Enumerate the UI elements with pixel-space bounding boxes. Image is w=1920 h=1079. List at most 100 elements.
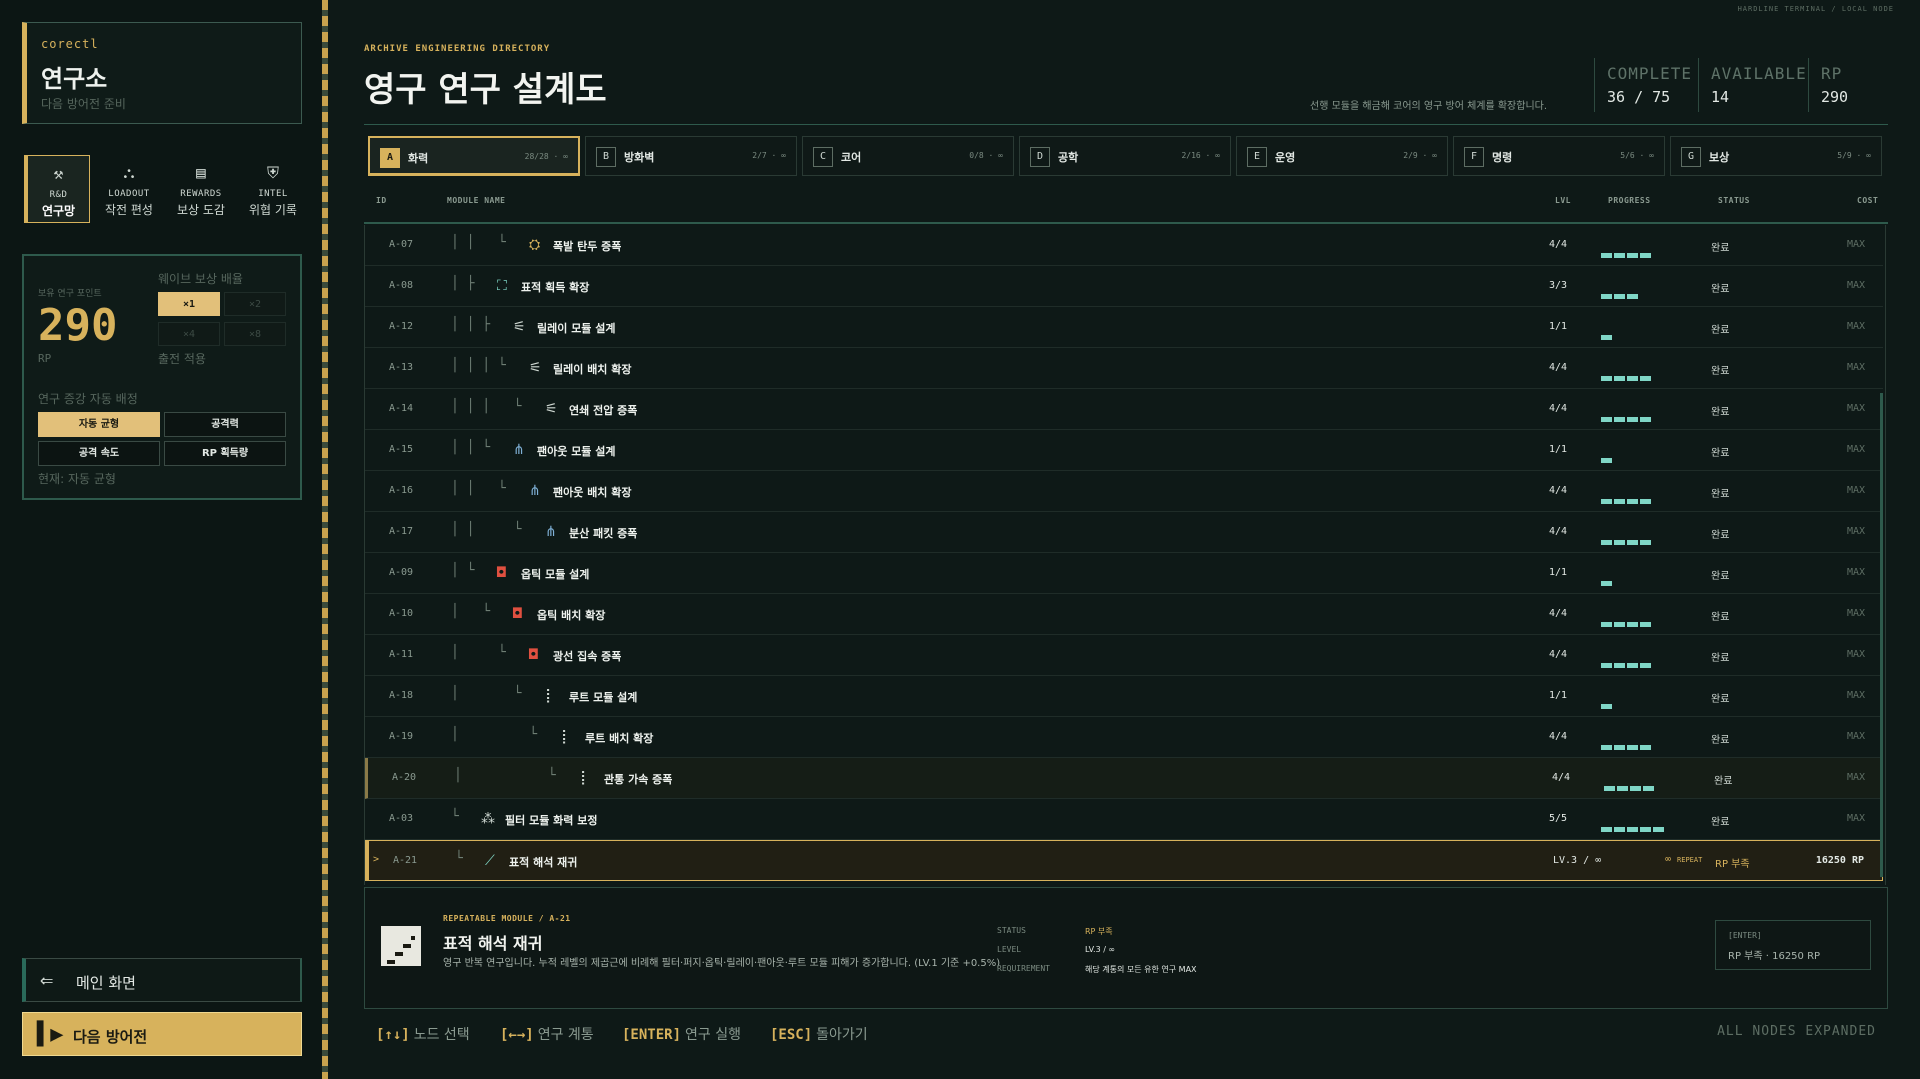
progress-segment	[1643, 786, 1654, 791]
module-status: 완료	[1711, 284, 1730, 295]
progress-segment	[1630, 786, 1641, 791]
table-row[interactable]: A-14 │ │ │ └ ⚟ 연쇄 전압 증폭 4/4 완료 MAX	[365, 389, 1883, 430]
detail-requirement-value: 해당 계통의 모든 유한 연구 MAX	[1085, 965, 1197, 974]
rnd-icon: ⚒	[53, 164, 64, 183]
module-level: 4/4	[1549, 239, 1568, 250]
progress-segment	[1614, 294, 1625, 299]
detail-category: REPEATABLE MODULE / A-21	[443, 914, 571, 923]
key-hint: [ENTER] 연구 실행	[622, 1024, 741, 1044]
hint-key: [←→]	[500, 1027, 534, 1043]
tree-connector: │ └	[451, 563, 475, 578]
table-row[interactable]: A-17 │ │ └ ⋔ 분산 패킷 증폭 4/4 완료 MAX	[365, 512, 1883, 553]
col-name: MODULE NAME	[447, 196, 506, 205]
detail-name: 표적 해석 재귀	[443, 934, 543, 953]
module-status: 완료	[1711, 530, 1730, 541]
multiplier-button[interactable]: ×2	[224, 292, 286, 316]
module-tree-table: A-07 │ │ └ ⛭ 폭발 탄두 증폭 4/4 완료 MAX A-08 │ ├ ⛶ 표적 획득 …	[364, 225, 1886, 885]
stat-available: AVAILABLE 14	[1698, 58, 1808, 112]
tab-letter: B	[596, 147, 616, 167]
tab-b[interactable]: B 방화벽 2/7 · ∞	[585, 136, 797, 176]
multiplier-button[interactable]: ×1	[158, 292, 220, 316]
hint-label: 노드 선택	[413, 1027, 470, 1043]
rp-panel: 보유 연구 포인트 290 RP 웨이브 보상 배율 ×1 ×2 ×4 ×8 출전 적…	[22, 254, 302, 500]
table-scrollbar[interactable]	[1880, 393, 1883, 877]
auto-assign-button[interactable]: 공격력	[164, 412, 286, 437]
multiplier-button[interactable]: ×4	[158, 322, 220, 346]
row-id: A-12	[389, 321, 414, 332]
multiplier-button[interactable]: ×8	[224, 322, 286, 346]
lab-title: 연구소	[41, 65, 108, 93]
tab-f[interactable]: F 명령 5/6 · ∞	[1453, 136, 1665, 176]
main-menu-button[interactable]: ⇐ 메인 화면	[22, 958, 302, 1002]
module-status: 완료	[1711, 571, 1730, 582]
optic-icon: ◘	[529, 647, 538, 663]
module-status: 완료	[1711, 366, 1730, 377]
root-icon: ⡇	[561, 729, 572, 745]
nav-intel[interactable]: ⛨ INTEL 위협 기록	[240, 155, 306, 223]
auto-assign-button[interactable]: 자동 균형	[38, 412, 160, 437]
tab-count: 5/6 · ∞	[1620, 151, 1654, 160]
module-status: 완료	[1714, 776, 1733, 787]
progress-bar	[1601, 448, 1614, 463]
table-row[interactable]: A-20 │ └ ⡇ 관통 가속 증폭 4/4 완료 MAX	[365, 758, 1883, 799]
module-status: 완료	[1711, 612, 1730, 623]
auto-assign-button[interactable]: 공격 속도	[38, 441, 160, 466]
table-row[interactable]: > A-21 └ ⟋ 표적 해석 재귀 LV.3 / ∞ ∞ REPEAT RP 부족 16250…	[365, 840, 1883, 881]
progress-segment	[1640, 622, 1651, 627]
auto-assign-button[interactable]: RP 획득량	[164, 441, 286, 466]
module-cost: MAX	[1846, 649, 1865, 660]
stat-complete-label: COMPLETE	[1607, 64, 1693, 83]
explosive-icon: ⛭	[529, 237, 541, 253]
table-row[interactable]: A-19 │ └ ⡇ 루트 배치 확장 4/4 완료 MAX	[365, 717, 1883, 758]
table-row[interactable]: A-08 │ ├ ⛶ 표적 획득 확장 3/3 완료 MAX	[365, 266, 1883, 307]
tab-d[interactable]: D 공학 2/16 · ∞	[1019, 136, 1231, 176]
progress-bar	[1601, 325, 1614, 340]
tab-g[interactable]: G 보상 5/9 · ∞	[1670, 136, 1882, 176]
module-cost: 16250 RP	[1815, 855, 1864, 866]
progress-segment	[1640, 540, 1651, 545]
next-defense-button[interactable]: ▌▶ 다음 방어전	[22, 1012, 302, 1056]
table-row[interactable]: A-18 │ └ ⡇ 루트 모듈 설계 1/1 완료 MAX	[365, 676, 1883, 717]
module-level: 4/4	[1549, 362, 1568, 373]
arrow-left-icon: ⇐	[40, 968, 54, 993]
tab-letter: C	[813, 147, 833, 167]
module-name: 루트 배치 확장	[585, 732, 654, 745]
tab-c[interactable]: C 코어 0/8 · ∞	[802, 136, 1014, 176]
table-row[interactable]: A-03 └ ⁂ 필터 모듈 화력 보정 5/5 완료 MAX	[365, 799, 1883, 840]
progress-segment	[1601, 745, 1612, 750]
module-level: 1/1	[1549, 567, 1568, 578]
rp-value: 290	[38, 300, 118, 351]
col-status: STATUS	[1718, 196, 1750, 205]
progress-segment	[1614, 827, 1625, 832]
table-row[interactable]: A-10 │ └ ◘ 옵틱 배치 확장 4/4 완료 MAX	[365, 594, 1883, 635]
table-row[interactable]: A-15 │ │ └ ⋔ 팬아웃 모듈 설계 1/1 완료 MAX	[365, 430, 1883, 471]
module-name: 팬아웃 배치 확장	[553, 486, 632, 499]
progress-segment	[1640, 253, 1651, 258]
tab-e[interactable]: E 운영 2/9 · ∞	[1236, 136, 1448, 176]
table-row[interactable]: A-11 │ └ ◘ 광선 집속 증폭 4/4 완료 MAX	[365, 635, 1883, 676]
execute-research-button[interactable]: [ENTER] RP 부족 · 16250 RP	[1715, 920, 1871, 970]
progress-segment	[1614, 622, 1625, 627]
nav-rd[interactable]: ⚒ R&D 연구망	[24, 155, 90, 223]
tab-a[interactable]: A 화력 28/28 · ∞	[368, 136, 580, 176]
tree-connector: │ │ │ └	[451, 399, 522, 414]
table-row[interactable]: A-16 │ │ └ ⋔ 팬아웃 배치 확장 4/4 완료 MAX	[365, 471, 1883, 512]
module-cost: MAX	[1846, 567, 1865, 578]
tab-letter: F	[1464, 147, 1484, 167]
table-row[interactable]: A-07 │ │ └ ⛭ 폭발 탄두 증폭 4/4 완료 MAX	[365, 225, 1883, 266]
tab-letter: A	[380, 148, 400, 168]
main-menu-label: 메인 화면	[76, 974, 136, 992]
apply-label: 출전 적용	[158, 352, 206, 366]
col-id: ID	[376, 196, 387, 205]
progress-segment	[1601, 540, 1612, 545]
nav-loadout[interactable]: ⛬ LOADOUT 작전 편성	[96, 155, 162, 223]
table-row[interactable]: A-13 │ │ │ └ ⚟ 릴레이 배치 확장 4/4 완료 MAX	[365, 348, 1883, 389]
progress-segment	[1614, 499, 1625, 504]
play-bar-icon: ▌▶	[37, 1022, 64, 1047]
table-row[interactable]: A-12 │ │ ├ ⚟ 릴레이 모듈 설계 1/1 완료 MAX	[365, 307, 1883, 348]
page-title: 영구 연구 설계도	[364, 70, 607, 110]
table-row[interactable]: A-09 │ └ ◘ 옵틱 모듈 설계 1/1 완료 MAX	[365, 553, 1883, 594]
progress-segment	[1601, 458, 1612, 463]
module-status: RP 부족	[1715, 859, 1750, 870]
nav-rewards[interactable]: ▤ REWARDS 보상 도감	[168, 155, 234, 223]
